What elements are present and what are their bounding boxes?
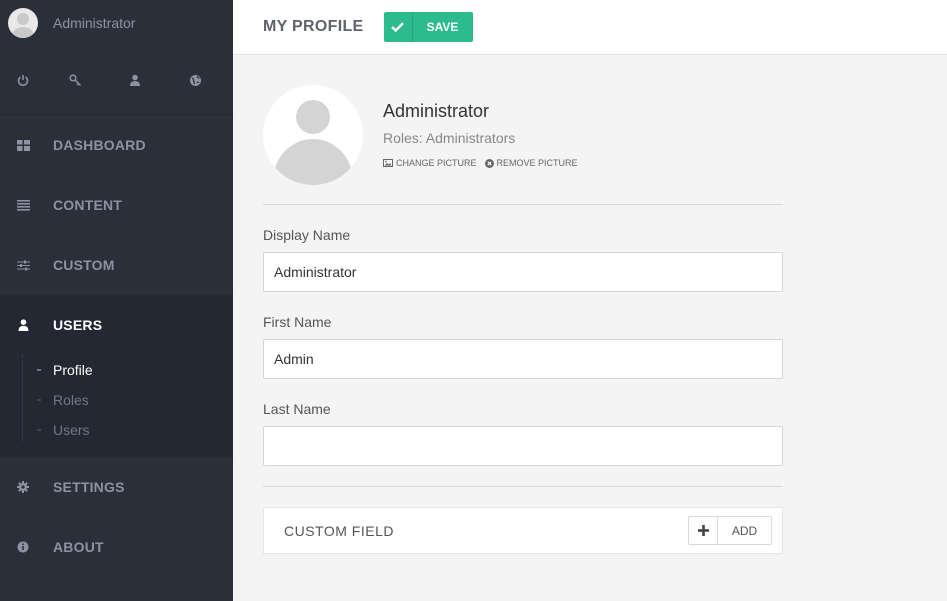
image-icon <box>383 159 393 167</box>
avatar[interactable] <box>8 8 38 38</box>
page-title: MY PROFILE <box>263 18 364 35</box>
dashboard-icon <box>16 138 30 152</box>
sidebar-user-header: Administrator <box>0 0 233 46</box>
nav-custom[interactable]: CUSTOM <box>0 235 233 295</box>
sidebar-item-users-label: Users <box>53 422 90 438</box>
nav-dashboard-label: DASHBOARD <box>53 137 146 153</box>
last-name-field[interactable] <box>263 426 783 466</box>
top-bar: MY PROFILE SAVE <box>233 0 947 55</box>
profile-avatar <box>263 85 363 185</box>
change-picture-label: CHANGE PICTURE <box>396 158 477 168</box>
power-icon[interactable] <box>0 60 45 100</box>
save-button-label: SAVE <box>426 20 459 34</box>
gear-icon <box>16 480 30 494</box>
profile-name: Administrator <box>383 101 490 121</box>
globe-icon[interactable] <box>165 60 225 100</box>
nav-settings-label: SETTINGS <box>53 479 125 495</box>
sidebar-item-profile[interactable]: Profile <box>0 355 233 385</box>
add-custom-field-button[interactable]: ADD <box>688 516 772 545</box>
check-icon <box>384 12 413 42</box>
display-name-label: Display Name <box>263 227 351 243</box>
nav-settings[interactable]: SETTINGS <box>0 457 233 517</box>
sub-nav-dot <box>37 399 41 401</box>
users-sub-nav: Profile Roles Users <box>0 355 233 457</box>
remove-circle-icon <box>484 158 494 168</box>
display-name-group: Display Name <box>263 227 783 292</box>
sliders-icon <box>16 258 30 272</box>
nav-content[interactable]: CONTENT <box>0 175 233 235</box>
divider <box>263 486 783 487</box>
custom-field-panel: CUSTOM FIELD ADD <box>263 507 783 554</box>
remove-picture-link[interactable]: REMOVE PICTURE <box>484 158 578 168</box>
nav-users-label: USERS <box>53 317 103 333</box>
sidebar-item-profile-label: Profile <box>53 362 93 378</box>
user-icon <box>16 318 30 332</box>
last-name-group: Last Name <box>263 401 783 466</box>
display-name-field[interactable] <box>263 252 783 292</box>
sub-nav-dot <box>37 369 41 371</box>
first-name-group: First Name <box>263 314 783 379</box>
sidebar-item-users[interactable]: Users <box>0 415 233 445</box>
custom-field-label: CUSTOM FIELD <box>284 522 394 539</box>
sidebar-item-roles[interactable]: Roles <box>0 385 233 415</box>
nav-users-group: USERS Profile Roles Users <box>0 295 233 457</box>
profile-roles: Roles: Administrators <box>383 130 516 146</box>
save-button[interactable]: SAVE <box>383 12 473 42</box>
profile-main: Administrator Roles: Administrators CHAN… <box>263 55 783 554</box>
nav-custom-label: CUSTOM <box>53 257 115 273</box>
nav-about[interactable]: ABOUT <box>0 517 233 577</box>
nav-about-label: ABOUT <box>53 539 104 555</box>
sidebar-user-name[interactable]: Administrator <box>53 15 135 31</box>
profile-header: Administrator Roles: Administrators CHAN… <box>263 55 783 205</box>
first-name-field[interactable] <box>263 339 783 379</box>
key-icon[interactable] <box>45 60 105 100</box>
content-icon <box>16 198 30 212</box>
nav-dashboard[interactable]: DASHBOARD <box>0 115 233 175</box>
quick-actions <box>0 46 233 115</box>
plus-icon <box>689 517 718 544</box>
user-icon[interactable] <box>105 60 165 100</box>
add-button-label: ADD <box>731 523 758 538</box>
last-name-label: Last Name <box>263 401 331 417</box>
nav-users[interactable]: USERS <box>0 295 233 355</box>
nav-content-label: CONTENT <box>53 197 123 213</box>
profile-info: Administrator Roles: Administrators CHAN… <box>383 85 586 204</box>
sidebar: Administrator DASHBOARD CONTENT CUSTOM U… <box>0 0 233 601</box>
picture-actions: CHANGE PICTURE REMOVE PICTURE <box>383 158 586 168</box>
remove-picture-label: REMOVE PICTURE <box>496 158 578 168</box>
change-picture-link[interactable]: CHANGE PICTURE <box>383 158 477 168</box>
info-icon <box>16 540 30 554</box>
sidebar-item-roles-label: Roles <box>53 392 89 408</box>
first-name-label: First Name <box>263 314 332 330</box>
sub-nav-dot <box>37 429 41 431</box>
